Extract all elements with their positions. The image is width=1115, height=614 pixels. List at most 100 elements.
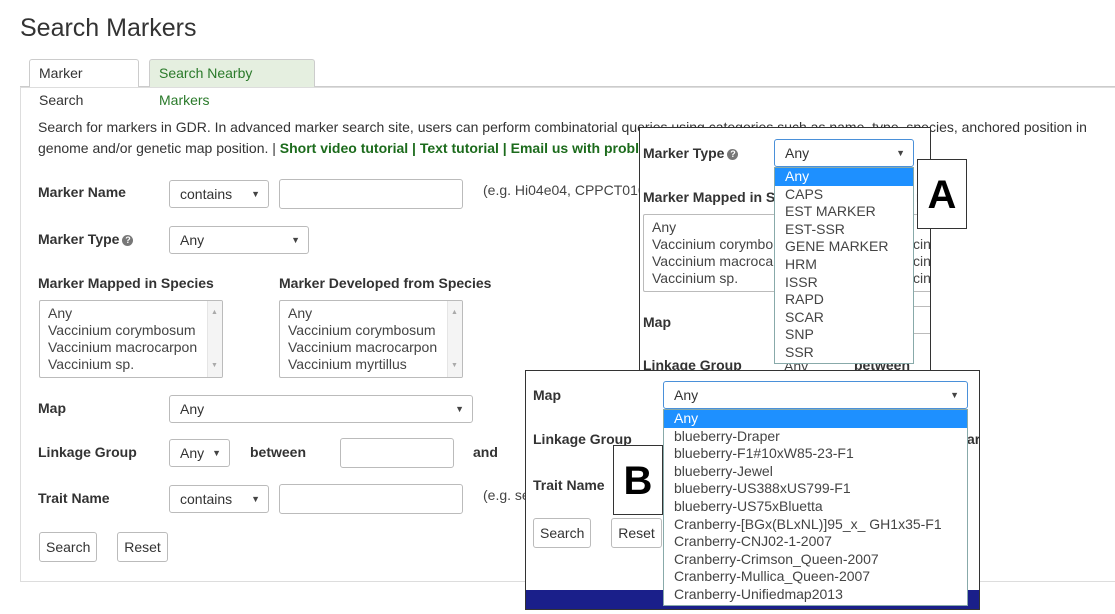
mapped-species-label-partial: Marker Mapped in S (643, 189, 776, 205)
list-item[interactable]: Vaccinium corymbosum (48, 322, 214, 339)
scroll-up-icon[interactable]: ▲ (211, 304, 218, 321)
separator: | (498, 140, 511, 156)
marker-type-select[interactable]: Any ▼ (774, 139, 914, 167)
option-map[interactable]: Cranberry-CNJ02-1-2007 (664, 533, 967, 551)
tab-marker-search[interactable]: Marker Search (29, 59, 139, 108)
option-hrm[interactable]: HRM (775, 256, 913, 274)
scroll-down-icon[interactable]: ▼ (211, 357, 218, 374)
linkage-group-label: Linkage Group (38, 444, 137, 460)
callout-badge-a: A (917, 159, 967, 229)
option-map[interactable]: blueberry-US388xUS799-F1 (664, 480, 967, 498)
option-snp[interactable]: SNP (775, 326, 913, 344)
option-rapd[interactable]: RAPD (775, 291, 913, 309)
marker-type-select[interactable]: Any ▼ (169, 226, 309, 254)
option-map[interactable]: blueberry-F1#10xW85-23-F1 (664, 445, 967, 463)
separator: | (408, 140, 420, 156)
search-button[interactable]: Search (39, 532, 97, 562)
map-label: Map (643, 314, 671, 330)
option-any[interactable]: Any (775, 168, 913, 186)
select-value: Any (674, 387, 699, 403)
option-scar[interactable]: SCAR (775, 309, 913, 327)
developed-species-label: Marker Developed from Species (279, 275, 492, 291)
option-issr[interactable]: ISSR (775, 274, 913, 292)
chevron-down-icon: ▼ (455, 404, 464, 414)
list-item[interactable]: Vaccinium corymbosum (288, 322, 454, 339)
linkage-group-select[interactable]: Any ▼ (169, 439, 230, 467)
select-value: Any (785, 145, 810, 161)
list-item[interactable]: Vaccinium macroca (652, 253, 785, 270)
chevron-down-icon: ▼ (896, 148, 905, 158)
option-map[interactable]: Cranberry-Mullica_Queen-2007 (664, 568, 967, 586)
mapped-species-listbox[interactable]: Any Vaccinium corymbosum Vaccinium macro… (39, 300, 223, 378)
help-icon[interactable]: ? (727, 149, 739, 160)
text-tutorial-link[interactable]: Text tutorial (420, 140, 499, 156)
reset-button[interactable]: Reset (117, 532, 168, 562)
marker-type-label: Marker Type? (643, 145, 739, 161)
select-value: Any (180, 232, 205, 248)
option-map[interactable]: blueberry-US75xBluetta (664, 498, 967, 516)
option-map[interactable]: Cranberry-[BGx(BLxNL)]95_x_ GH1x35-F1 (664, 516, 967, 534)
page-title: Search Markers (20, 14, 197, 42)
option-est-ssr[interactable]: EST-SSR (775, 221, 913, 239)
intro-text: Search for markers in GDR. In advanced m… (38, 117, 1108, 159)
trait-name-input[interactable] (279, 484, 463, 514)
developed-species-listbox[interactable]: Any Vaccinium corymbosum Vaccinium macro… (279, 300, 463, 378)
option-map[interactable]: blueberry-Draper (664, 428, 967, 446)
list-item[interactable]: Vaccinium macrocarpon (48, 339, 214, 356)
marker-name-operator-select[interactable]: contains ▼ (169, 180, 269, 208)
search-button[interactable]: Search (533, 518, 591, 548)
marker-type-label: Marker Type? (38, 231, 134, 247)
option-est-marker[interactable]: EST MARKER (775, 203, 913, 221)
list-item[interactable]: cin (913, 236, 930, 253)
map-options-list[interactable]: Any blueberry-Draper blueberry-F1#10xW85… (663, 409, 968, 606)
option-map[interactable]: blueberry-Jewel (664, 463, 967, 481)
scrollbar[interactable]: ▲ ▼ (447, 301, 462, 377)
marker-type-label-text: Marker Type (643, 145, 725, 161)
map-select[interactable]: Any ▼ (169, 395, 473, 423)
list-item[interactable]: cin (913, 253, 930, 270)
trait-name-label: Trait Name (533, 477, 605, 493)
chevron-down-icon: ▼ (212, 448, 221, 458)
map-select[interactable]: Any ▼ (663, 381, 968, 409)
chevron-down-icon: ▼ (950, 390, 959, 400)
list-item[interactable]: Any (288, 305, 454, 322)
list-item[interactable]: Any (48, 305, 214, 322)
select-value: Any (180, 401, 205, 417)
position-start-input[interactable] (340, 438, 454, 468)
chevron-down-icon: ▼ (251, 189, 260, 199)
short-video-tutorial-link[interactable]: Short video tutorial (280, 140, 408, 156)
marker-type-label-text: Marker Type (38, 231, 120, 247)
mapped-species-listbox[interactable]: Any Vaccinium corymbo Vaccinium macroca … (643, 214, 793, 292)
option-map[interactable]: Cranberry-Crimson_Queen-2007 (664, 551, 967, 569)
marker-name-label: Marker Name (38, 184, 126, 200)
option-gene-marker[interactable]: GENE MARKER (775, 238, 913, 256)
option-caps[interactable]: CAPS (775, 186, 913, 204)
help-icon[interactable]: ? (122, 235, 134, 246)
map-label: Map (533, 387, 561, 403)
marker-type-options-list[interactable]: Any CAPS EST MARKER EST-SSR GENE MARKER … (774, 167, 914, 364)
list-item[interactable]: Vaccinium macrocarpon (288, 339, 454, 356)
list-item[interactable]: Vaccinium sp. (652, 270, 785, 287)
option-ssr[interactable]: SSR (775, 344, 913, 362)
list-item[interactable]: Vaccinium corymbo (652, 236, 785, 253)
select-value: contains (180, 186, 233, 202)
option-map[interactable]: Cranberry-Unifiedmap2013 (664, 586, 967, 604)
marker-name-input[interactable] (279, 179, 463, 209)
list-item[interactable]: Any (652, 219, 785, 236)
scroll-down-icon[interactable]: ▼ (451, 357, 458, 374)
between-label: between (250, 444, 307, 460)
scroll-up-icon[interactable]: ▲ (451, 304, 458, 321)
reset-button[interactable]: Reset (611, 518, 662, 548)
chevron-down-icon: ▼ (291, 235, 300, 245)
scrollbar[interactable]: ▲ ▼ (207, 301, 222, 377)
tab-search-nearby-markers[interactable]: Search Nearby Markers (149, 59, 315, 108)
trait-name-operator-select[interactable]: contains ▼ (169, 485, 269, 513)
trait-name-hint: (e.g. se (483, 487, 530, 503)
list-item[interactable]: Vaccinium sp. (48, 356, 214, 373)
option-any[interactable]: Any (664, 410, 967, 428)
callout-a-marker-type-dropdown: Marker Type? Marker Mapped in S m Any Va… (639, 127, 931, 372)
list-item[interactable]: Vaccinium myrtillus (288, 356, 454, 373)
list-item[interactable]: cin (913, 270, 930, 287)
map-label: Map (38, 400, 66, 416)
marker-name-hint: (e.g. Hi04e04, CPPCT016 (483, 182, 646, 198)
